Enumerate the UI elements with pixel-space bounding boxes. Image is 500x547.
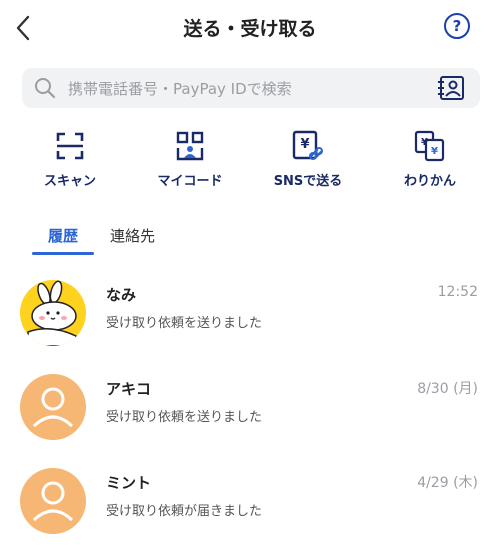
default-avatar-icon [32,481,74,522]
scan-button[interactable]: スキャン [20,124,120,194]
contact-name: アキコ [106,380,152,398]
timestamp: 8/30 (月) [417,381,478,397]
avatar [20,468,86,534]
list-item[interactable]: なみ 12:52 受け取り依頼を送りました [0,280,500,370]
my-code-label: マイコード [157,174,223,189]
split-bill-label: わりかん [403,174,456,189]
page-title: 送る・受け取る [183,18,317,40]
sns-send-label: SNSで送る [273,174,343,189]
tab-active-indicator [32,252,94,255]
sns-send-icon: ¥ [292,130,323,160]
last-message: 受け取り依頼を送りました [106,410,263,425]
question-mark-icon: ? [452,17,462,35]
default-avatar-icon [32,387,74,428]
bunny-avatar-icon [27,280,77,346]
scan-icon [56,132,84,160]
list-item[interactable]: アキコ 8/30 (月) 受け取り依頼を送りました [0,374,500,464]
help-button[interactable]: ? [444,13,470,39]
last-message: 受け取り依頼を送りました [106,316,263,331]
my-code-button[interactable]: マイコード [140,124,240,194]
search-input[interactable]: 携帯電話番号・PayPay IDで検索 [22,68,480,108]
search-icon [35,78,56,99]
search-placeholder: 携帯電話番号・PayPay IDで検索 [68,80,292,98]
timestamp: 4/29 (木) [417,475,478,491]
avatar [20,280,86,346]
last-message: 受け取り依頼が届きました [106,504,263,519]
header: 送る・受け取る ? [0,0,500,58]
quick-actions: スキャン マイコード ¥ SNSで送る ¥ ¥ わりかん [0,124,500,194]
avatar [20,374,86,440]
tab-contacts[interactable]: 連絡先 [110,225,155,246]
sns-send-button[interactable]: ¥ SNSで送る [258,124,358,194]
contact-card-icon[interactable] [436,75,466,101]
split-bill-icon: ¥ ¥ [414,130,445,162]
contact-name: ミント [106,474,152,492]
my-code-icon [176,131,204,161]
svg-text:¥: ¥ [431,146,438,157]
list-item[interactable]: ミント 4/29 (木) 受け取り依頼が届きました [0,468,500,547]
tab-bar: 履歴 連絡先 [0,220,500,260]
split-bill-button[interactable]: ¥ ¥ わりかん [380,124,480,194]
timestamp: 12:52 [437,284,478,300]
contact-name: なみ [106,286,137,304]
tab-history[interactable]: 履歴 [32,225,94,246]
svg-text:¥: ¥ [300,137,309,152]
scan-label: スキャン [43,174,96,189]
